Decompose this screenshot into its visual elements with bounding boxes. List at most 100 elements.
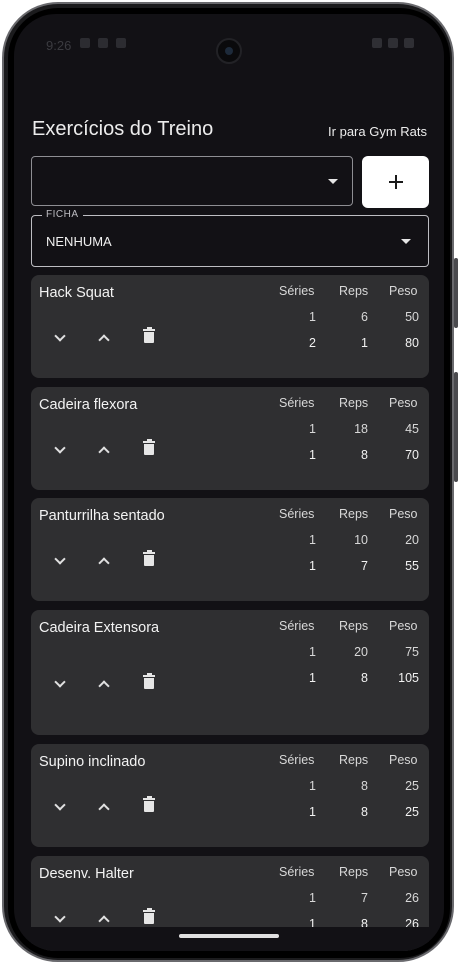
chevron-down-icon: [54, 799, 66, 811]
move-down-button[interactable]: [51, 796, 71, 816]
ficha-label: FICHA: [42, 209, 83, 220]
app-header: Exercícios do Treino Ir para Gym Rats: [32, 118, 427, 148]
series-value: 1: [309, 891, 316, 905]
exercise-card: Supino inclinado Séries Reps Peso 1 8 25…: [31, 744, 429, 847]
reps-header: Reps: [339, 865, 369, 879]
signal-icon: [388, 38, 398, 48]
status-time: 9:26: [46, 38, 72, 53]
ficha-select[interactable]: FICHA NENHUMA: [31, 209, 429, 267]
trash-icon: [143, 673, 155, 689]
volume-button: [454, 258, 458, 328]
move-up-button[interactable]: [95, 796, 115, 816]
peso-value: 50: [405, 310, 419, 324]
exercise-card: Cadeira Extensora Séries Reps Peso 1 20 …: [31, 610, 429, 735]
reps-value: 18: [354, 422, 368, 436]
move-up-button[interactable]: [95, 908, 115, 928]
series-value: 1: [309, 645, 316, 659]
trash-icon: [143, 439, 155, 455]
reps-value: 7: [361, 559, 368, 573]
chevron-down-icon: [54, 553, 66, 565]
series-header: Séries: [279, 865, 315, 879]
dropdown-arrow-icon: [401, 239, 411, 244]
reps-header: Reps: [339, 284, 369, 298]
move-down-button[interactable]: [51, 908, 71, 928]
chevron-up-icon: [98, 334, 110, 346]
delete-button[interactable]: [139, 673, 159, 693]
delete-button[interactable]: [139, 327, 159, 347]
reps-value: 8: [361, 805, 368, 819]
status-bar: 9:26: [14, 14, 444, 70]
series-value: 1: [309, 671, 316, 685]
reps-header: Reps: [339, 507, 369, 521]
trash-icon: [143, 327, 155, 343]
peso-header: Peso: [389, 396, 418, 410]
series-header: Séries: [279, 284, 315, 298]
exercise-card: Panturrilha sentado Séries Reps Peso 1 1…: [31, 498, 429, 601]
move-down-button[interactable]: [51, 673, 71, 693]
peso-value: 25: [405, 805, 419, 819]
phone-frame: 9:26 Exercícios do Treino Ir para Gym Ra…: [0, 0, 458, 965]
ficha-value: NENHUMA: [46, 234, 112, 249]
home-handle[interactable]: [179, 934, 279, 938]
move-down-button[interactable]: [51, 550, 71, 570]
delete-button[interactable]: [139, 439, 159, 459]
peso-header: Peso: [389, 284, 418, 298]
series-value: 1: [309, 533, 316, 547]
exercise-card: Hack Squat Séries Reps Peso 1 6 50 2 1 8…: [31, 275, 429, 378]
peso-value: 26: [405, 891, 419, 905]
peso-value: 105: [398, 671, 419, 685]
series-header: Séries: [279, 507, 315, 521]
series-header: Séries: [279, 619, 315, 633]
move-up-button[interactable]: [95, 439, 115, 459]
chevron-up-icon: [98, 915, 110, 927]
exercise-select[interactable]: [31, 156, 353, 206]
series-header: Séries: [279, 396, 315, 410]
series-value: 1: [309, 310, 316, 324]
reps-value: 1: [361, 336, 368, 350]
reps-value: 8: [361, 779, 368, 793]
series-value: 1: [309, 559, 316, 573]
exercise-card: Cadeira flexora Séries Reps Peso 1 18 45…: [31, 387, 429, 490]
screen: 9:26 Exercícios do Treino Ir para Gym Ra…: [14, 14, 444, 951]
move-up-button[interactable]: [95, 550, 115, 570]
delete-button[interactable]: [139, 908, 159, 928]
peso-value: 55: [405, 559, 419, 573]
move-up-button[interactable]: [95, 673, 115, 693]
reps-value: 20: [354, 645, 368, 659]
peso-value: 80: [405, 336, 419, 350]
system-icons: [372, 38, 414, 48]
exercise-name: Supino inclinado: [39, 754, 146, 770]
move-up-button[interactable]: [95, 327, 115, 347]
wifi-icon: [372, 38, 382, 48]
series-value: 1: [309, 422, 316, 436]
reps-header: Reps: [339, 396, 369, 410]
notification-icon: [116, 38, 126, 48]
move-down-button[interactable]: [51, 327, 71, 347]
chevron-down-icon: [54, 442, 66, 454]
chevron-up-icon: [98, 803, 110, 815]
delete-button[interactable]: [139, 550, 159, 570]
peso-header: Peso: [389, 619, 418, 633]
move-down-button[interactable]: [51, 439, 71, 459]
series-value: 1: [309, 779, 316, 793]
add-exercise-button[interactable]: [362, 156, 429, 208]
peso-value: 75: [405, 645, 419, 659]
page-title: Exercícios do Treino: [32, 118, 214, 140]
delete-button[interactable]: [139, 796, 159, 816]
reps-value: 8: [361, 671, 368, 685]
peso-value: 70: [405, 448, 419, 462]
peso-header: Peso: [389, 507, 418, 521]
chevron-up-icon: [98, 446, 110, 458]
chevron-down-icon: [54, 676, 66, 688]
reps-value: 10: [354, 533, 368, 547]
peso-value: 25: [405, 779, 419, 793]
reps-value: 8: [361, 448, 368, 462]
gym-rats-link[interactable]: Ir para Gym Rats: [328, 124, 427, 139]
reps-value: 7: [361, 891, 368, 905]
peso-header: Peso: [389, 753, 418, 767]
battery-icon: [404, 38, 414, 48]
trash-icon: [143, 550, 155, 566]
chevron-down-icon: [54, 330, 66, 342]
notification-icon: [80, 38, 90, 48]
trash-icon: [143, 796, 155, 812]
